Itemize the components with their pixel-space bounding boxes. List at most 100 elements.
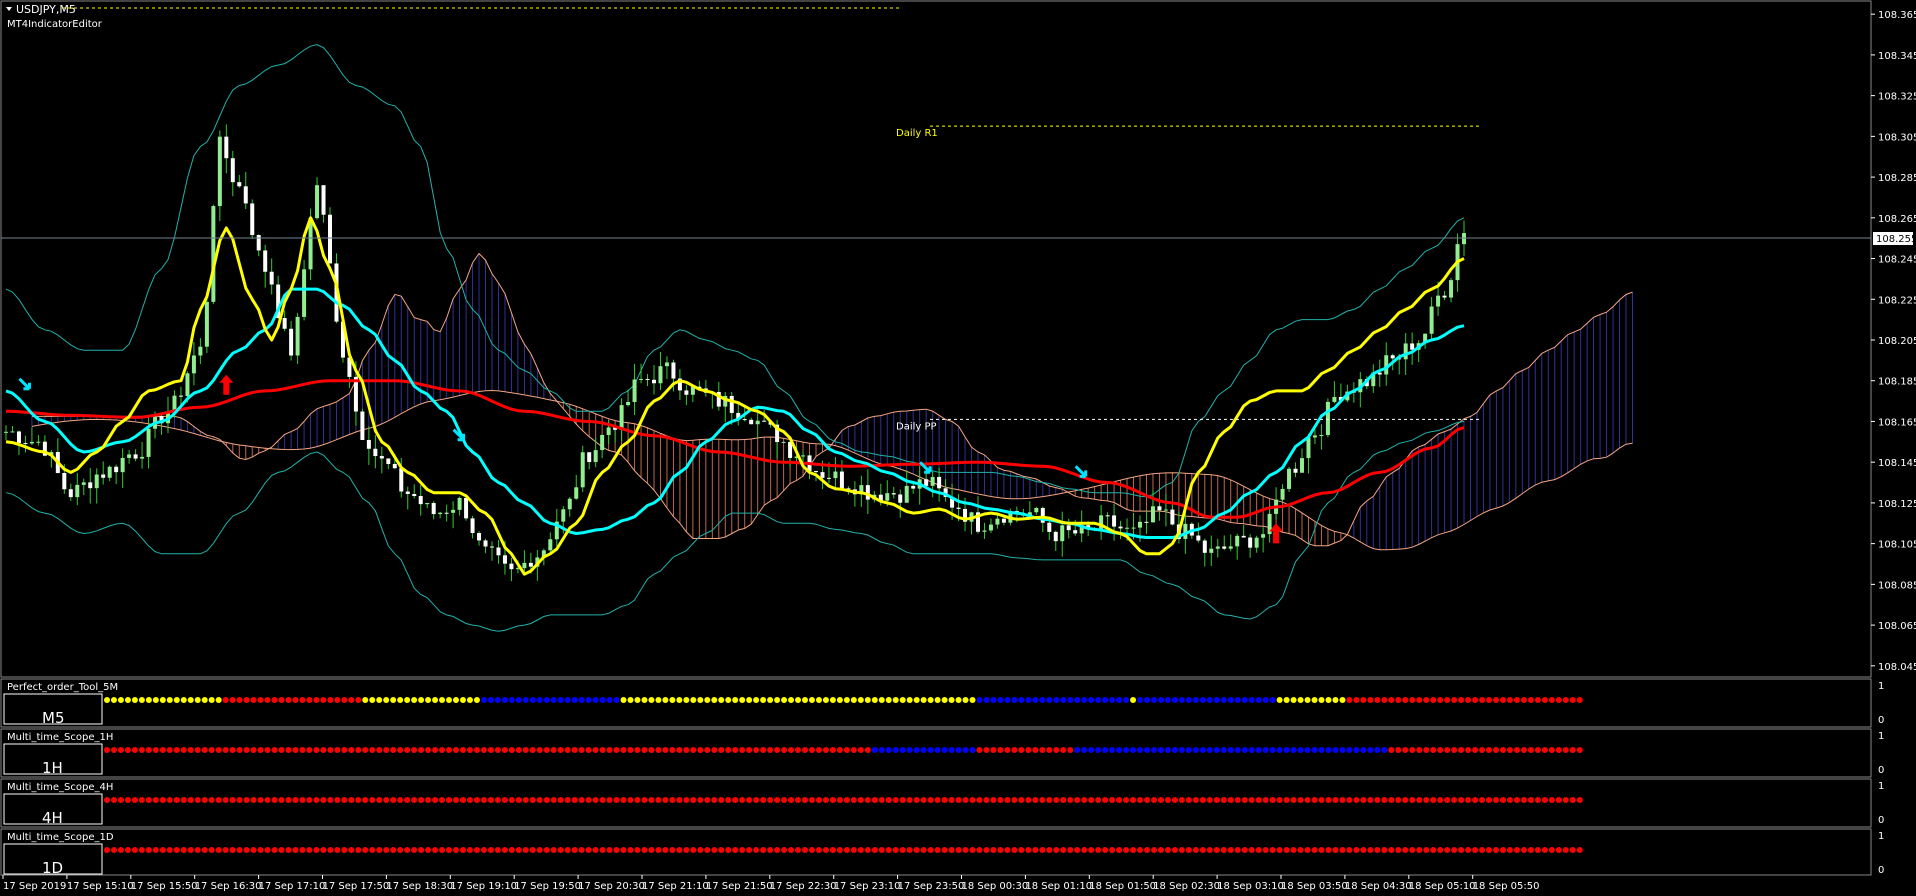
trend-dot xyxy=(564,697,571,703)
trend-dot xyxy=(836,747,843,753)
trend-dot xyxy=(822,797,829,803)
ma_fast-line xyxy=(5,216,1465,576)
trend-dot xyxy=(788,697,795,703)
x-tick-label: 17 Sep 15:50 xyxy=(131,881,198,892)
trend-dot xyxy=(578,697,585,703)
trend-dot xyxy=(1081,847,1088,853)
trend-dot xyxy=(725,697,732,703)
trend-dot xyxy=(104,747,110,753)
trend-dot xyxy=(306,847,313,853)
trend-dot xyxy=(159,847,166,853)
trend-dot xyxy=(1283,797,1290,803)
trend-dot xyxy=(1213,697,1220,703)
candle-body xyxy=(826,477,831,479)
trend-dot xyxy=(404,747,411,753)
trend-dot xyxy=(543,747,550,753)
trend-dot xyxy=(1409,747,1416,753)
panel-title: Multi_time_Scope_1D xyxy=(7,832,114,843)
candle-body xyxy=(801,455,806,457)
trend-dot xyxy=(1388,847,1395,853)
trend-dot xyxy=(1569,797,1576,803)
trend-dot xyxy=(1060,747,1067,753)
trend-dot xyxy=(264,697,271,703)
candle-body xyxy=(1462,233,1466,245)
candle-body xyxy=(898,494,903,503)
trend-dot xyxy=(753,797,760,803)
trend-dot xyxy=(920,747,927,753)
trend-dot xyxy=(697,697,704,703)
trend-dot xyxy=(229,797,236,803)
trend-dot xyxy=(1185,747,1192,753)
trend-dot xyxy=(1018,697,1025,703)
trend-dot xyxy=(1493,747,1500,753)
trend-dot xyxy=(1423,797,1430,803)
trend-dot xyxy=(1520,797,1527,803)
trend-dot xyxy=(1032,847,1039,853)
trend-dot xyxy=(1500,797,1506,803)
trend-dot xyxy=(969,847,976,853)
trend-dot xyxy=(187,797,194,803)
candle-body xyxy=(237,182,242,187)
trend-dot xyxy=(466,747,473,753)
trend-dot xyxy=(1318,847,1325,853)
panel-tick-label: 1 xyxy=(1878,831,1884,842)
trend-dot xyxy=(899,847,906,853)
trend-dot xyxy=(578,847,585,853)
price-chart[interactable]: Daily R1Daily PP 108.365108.345108.32510… xyxy=(0,0,1916,896)
trend-dot xyxy=(1164,747,1171,753)
trend-dot xyxy=(1562,797,1569,803)
trend-dot xyxy=(348,697,355,703)
trend-dot xyxy=(1451,747,1458,753)
candle-body xyxy=(405,491,410,494)
candle-body xyxy=(107,466,112,478)
trend-dot xyxy=(327,797,334,803)
trend-dot xyxy=(1262,847,1269,853)
candle-body xyxy=(198,346,203,356)
candle-body xyxy=(781,441,786,443)
trend-dot xyxy=(320,847,327,853)
trend-dot xyxy=(1199,847,1206,853)
trend-dot xyxy=(885,697,892,703)
trend-dot xyxy=(1032,797,1039,803)
trend-dot xyxy=(1346,797,1353,803)
trend-dot xyxy=(1123,697,1130,703)
trend-dot xyxy=(320,797,327,803)
trend-dot xyxy=(278,847,285,853)
trend-dot xyxy=(243,747,250,753)
trend-dot xyxy=(1164,847,1171,853)
candle-body xyxy=(360,411,365,440)
trend-dot xyxy=(348,747,355,753)
trend-dot xyxy=(1039,847,1046,853)
trend-dot xyxy=(1025,797,1032,803)
trend-dot xyxy=(585,697,592,703)
candle-body xyxy=(1131,527,1136,529)
trend-dot xyxy=(655,797,662,803)
trend-dot xyxy=(983,847,990,853)
trend-dot xyxy=(411,697,418,703)
trend-dot xyxy=(1130,847,1137,853)
candle-body xyxy=(451,509,456,513)
trend-dot xyxy=(1241,747,1248,753)
collapse-triangle-icon[interactable] xyxy=(6,7,12,11)
trend-dot xyxy=(767,747,774,753)
trend-dot xyxy=(983,697,990,703)
trend-dot xyxy=(1493,697,1500,703)
candle-body xyxy=(114,466,119,473)
candle-body xyxy=(885,493,890,501)
trend-dot xyxy=(564,747,571,753)
candle-body xyxy=(930,476,935,486)
trend-dot xyxy=(802,747,808,753)
candle-body xyxy=(988,524,993,531)
trend-dot xyxy=(676,797,683,803)
trend-dot xyxy=(1332,847,1339,853)
trend-dot xyxy=(278,697,285,703)
candle-body xyxy=(438,512,443,515)
trend-dot xyxy=(313,847,320,853)
trend-dot xyxy=(655,747,662,753)
trend-dot xyxy=(1527,747,1534,753)
trend-dot xyxy=(739,697,746,703)
trend-dot xyxy=(292,847,299,853)
trend-dot xyxy=(697,797,704,803)
candle-body xyxy=(1047,522,1052,532)
trend-dot xyxy=(1074,797,1081,803)
